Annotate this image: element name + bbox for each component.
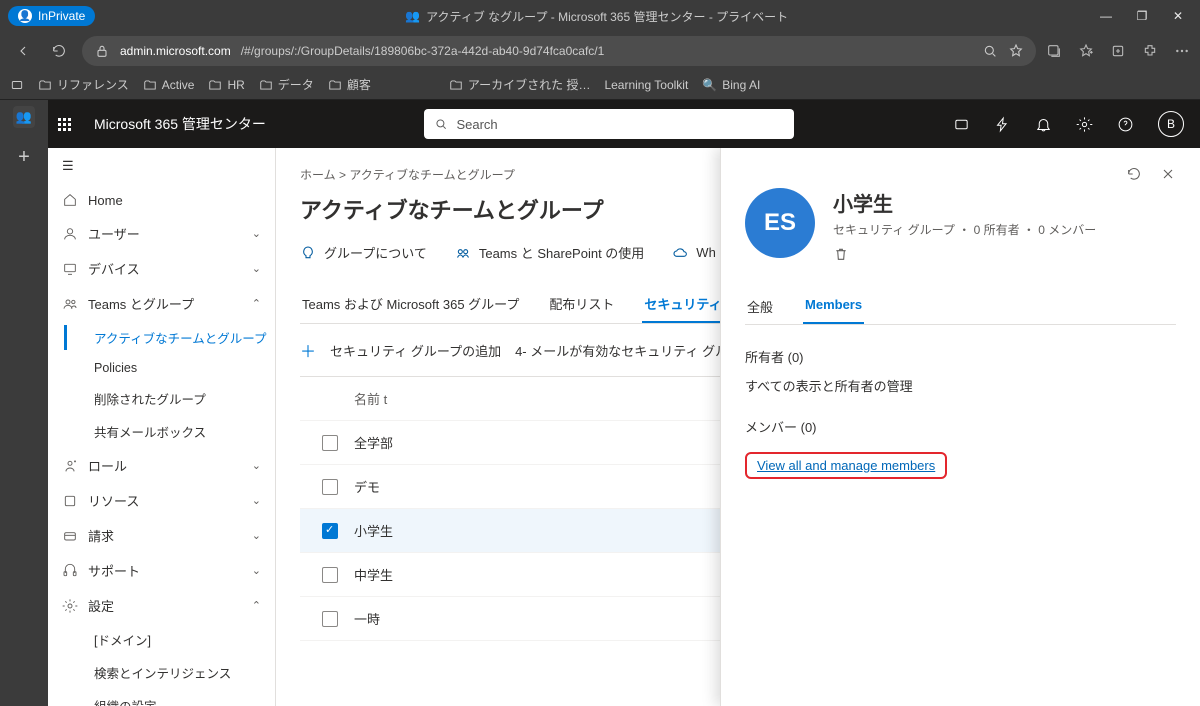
bell-icon[interactable] [1035,116,1052,133]
nav-billing[interactable]: 請求⌄ [48,518,275,553]
bookmark-item[interactable]: 🔍Bing AI [702,78,760,92]
bookmark-item[interactable]: リファレンス [38,76,129,93]
tab-distribution[interactable]: 配布リスト [547,286,616,323]
nav-settings[interactable]: 設定⌃ [48,588,275,623]
bookmark-item[interactable]: アーカイブされた 授… [449,76,591,93]
tab-teams-m365[interactable]: Teams および Microsoft 365 グループ [300,286,521,323]
nav-shared-mailboxes[interactable]: 共有メールボックス [86,415,275,448]
row-checkbox[interactable] [322,435,338,451]
row-checkbox[interactable] [322,523,338,539]
panel-refresh-icon[interactable] [1126,166,1142,182]
tabs-icon[interactable] [1046,43,1062,59]
inprivate-badge: 👤InPrivate [8,6,95,26]
back-button[interactable] [10,38,36,64]
highlight-annotation: View all and manage members [745,452,947,479]
group-details-panel: ES 小学生 セキュリティ グループ ・ 0 所有者 ・ 0 メンバー 全般 M… [720,148,1200,706]
delete-group-icon[interactable] [833,246,1096,265]
lock-icon [94,43,110,59]
hamburger-icon[interactable]: ☰ [48,148,275,184]
tab-title: 👥アクティブ なグループ - Microsoft 365 管理センター - プラ… [103,8,1090,25]
menu-icon[interactable] [1174,43,1190,59]
nav-devices[interactable]: デバイス⌄ [48,251,275,286]
window-restore[interactable]: ❐ [1134,9,1150,23]
gear-icon[interactable] [1076,116,1093,133]
nav-resources[interactable]: リソース⌄ [48,483,275,518]
group-meta: セキュリティ グループ ・ 0 所有者 ・ 0 メンバー [833,221,1096,238]
extensions-icon[interactable] [1142,43,1158,59]
sidebar-app-icon[interactable]: 👥 [13,106,35,128]
address-bar[interactable]: admin.microsoft.com/#/groups/:/GroupDeta… [82,36,1036,66]
teams-sharepoint-usage-link[interactable]: Teams と SharePoint の使用 [455,243,644,262]
nav-deleted-groups[interactable]: 削除されたグループ [86,382,275,415]
sidebar-add-button[interactable]: + [18,146,30,169]
nav-teams-groups[interactable]: Teams とグループ⌃ [48,286,275,321]
help-icon[interactable] [1117,116,1134,133]
owners-heading: 所有者 (0) [745,347,1176,366]
star-icon[interactable] [1008,43,1024,59]
app-launcher-icon[interactable] [58,118,74,131]
panel-close-icon[interactable] [1160,166,1176,182]
bookmark-tabs-button[interactable] [10,78,24,92]
row-checkbox[interactable] [322,567,338,583]
manage-members-link[interactable]: View all and manage members [757,458,935,473]
group-avatar: ES [745,188,815,258]
search-icon[interactable] [982,43,998,59]
window-minimize[interactable]: — [1098,9,1114,23]
panel-tab-members[interactable]: Members [803,289,864,324]
nav-policies[interactable]: Policies [86,354,275,382]
row-checkbox[interactable] [322,479,338,495]
bookmark-item[interactable]: Active [143,78,195,92]
group-title: 小学生 [833,188,1096,217]
favorites-icon[interactable] [1078,43,1094,59]
bookmark-item[interactable]: Learning Toolkit [604,78,688,92]
suite-search-input[interactable]: Search [424,109,794,139]
bookmark-item[interactable]: データ [259,76,314,93]
row-checkbox[interactable] [322,611,338,627]
bookmark-item[interactable]: 顧客 [328,76,371,93]
user-avatar[interactable]: B [1158,111,1184,137]
manage-owners-link[interactable]: すべての表示と所有者の管理 [745,376,1176,395]
collections-icon[interactable] [1110,43,1126,59]
card-icon[interactable] [953,116,970,133]
admin-left-nav: ☰ Home ユーザー⌄ デバイス⌄ Teams とグループ⌃ [48,148,276,706]
panel-tab-general[interactable]: 全般 [745,289,775,324]
suite-brand: Microsoft 365 管理センター [94,114,266,134]
browser-sidebar: 👥 + [0,100,48,706]
bookmark-item[interactable]: HR [208,78,244,92]
nav-support[interactable]: サポート⌄ [48,553,275,588]
flash-icon[interactable] [994,116,1011,133]
nav-org-settings[interactable]: 組織の設定 [86,689,275,706]
window-close[interactable]: ✕ [1170,9,1186,23]
nav-users[interactable]: ユーザー⌄ [48,216,275,251]
add-security-group-button[interactable]: ＋ [300,338,316,362]
nav-search-intelligence[interactable]: 検索とインテリジェンス [86,656,275,689]
refresh-button[interactable] [46,38,72,64]
nav-domains[interactable]: [ドメイン] [86,623,275,656]
members-heading: メンバー (0) [745,417,1176,436]
nav-roles[interactable]: ロール⌄ [48,448,275,483]
nav-home[interactable]: Home [48,184,275,216]
about-groups-link[interactable]: グループについて [300,243,427,262]
nav-active-teams-groups[interactable]: アクティブなチームとグループ [86,321,275,354]
cloud-link[interactable]: Wh [672,245,716,261]
